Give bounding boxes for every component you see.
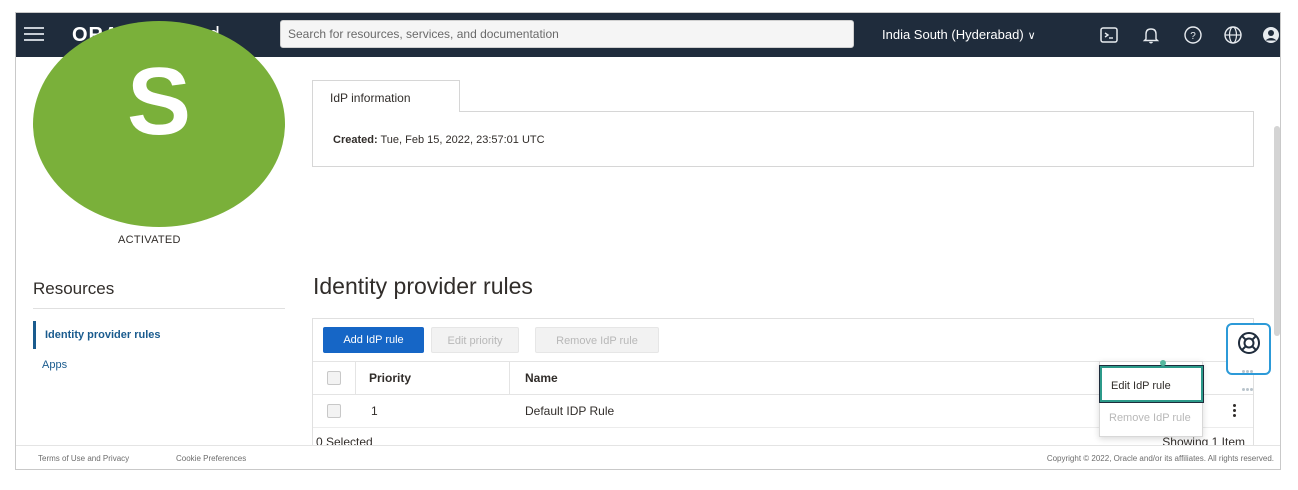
- chevron-down-icon: ∨: [1027, 30, 1036, 42]
- remove-idp-rule-button[interactable]: Remove IdP rule: [535, 327, 659, 353]
- drag-handle-icon[interactable]: [1242, 361, 1258, 391]
- sidebar-item-apps[interactable]: Apps: [42, 359, 67, 371]
- avatar-letter: S: [126, 48, 192, 155]
- cookie-preferences-link[interactable]: Cookie Preferences: [176, 454, 246, 463]
- created-label: Created:: [333, 134, 378, 146]
- resources-divider: [33, 308, 285, 309]
- status-badge: ACTIVATED: [118, 234, 181, 246]
- row-name: Default IDP Rule: [525, 404, 615, 418]
- add-idp-rule-button[interactable]: Add IdP rule: [323, 327, 424, 353]
- idp-info-panel: Created: Tue, Feb 15, 2022, 23:57:01 UTC: [312, 111, 1254, 167]
- region-label: India South (Hyderabad): [882, 27, 1024, 42]
- hamburger-menu-icon[interactable]: [24, 27, 44, 43]
- page-title: Identity provider rules: [313, 273, 533, 299]
- browser-frame: ORACLECloud India South (Hyderabad)∨ ? S…: [15, 12, 1281, 470]
- row-priority: 1: [371, 404, 378, 418]
- row-actions-menu-icon[interactable]: [1230, 404, 1238, 420]
- menu-item-remove-idp-rule[interactable]: Remove IdP rule: [1109, 412, 1191, 424]
- avatar: S: [33, 21, 285, 227]
- sidebar-item-identity-provider-rules[interactable]: Identity provider rules: [33, 321, 285, 349]
- highlight-marker: [1160, 360, 1166, 366]
- page-footer: Terms of Use and Privacy Cookie Preferen…: [16, 445, 1280, 469]
- row-actions-menu: Edit IdP rule Remove IdP rule: [1099, 361, 1204, 437]
- select-all-checkbox[interactable]: [327, 371, 341, 385]
- created-value: Tue, Feb 15, 2022, 23:57:01 UTC: [380, 134, 545, 146]
- tab-idp-information[interactable]: IdP information: [312, 80, 460, 112]
- region-selector[interactable]: India South (Hyderabad) ∨: [882, 27, 1036, 42]
- column-header-name[interactable]: Name: [525, 362, 558, 394]
- row-checkbox[interactable]: [327, 404, 341, 418]
- copyright-text: Copyright © 2022, Oracle and/or its affi…: [1046, 454, 1274, 463]
- svg-text:?: ?: [1190, 31, 1196, 42]
- column-divider: [355, 362, 356, 394]
- column-header-priority[interactable]: Priority: [369, 362, 411, 394]
- menu-item-edit-idp-rule[interactable]: Edit IdP rule: [1099, 365, 1204, 403]
- lifebuoy-icon: [1238, 332, 1260, 354]
- page-scrollbar[interactable]: [1274, 126, 1280, 336]
- column-divider: [509, 362, 510, 394]
- help-widget[interactable]: [1226, 323, 1271, 391]
- user-icon[interactable]: [1260, 24, 1280, 46]
- cloud-shell-icon[interactable]: [1098, 24, 1120, 46]
- bell-icon[interactable]: [1140, 24, 1162, 46]
- row-select-cell: [327, 395, 341, 427]
- select-all-cell: [327, 362, 341, 394]
- help-icon[interactable]: ?: [1182, 24, 1204, 46]
- edit-priority-button[interactable]: Edit priority: [431, 327, 519, 353]
- globe-icon[interactable]: [1222, 24, 1244, 46]
- search-input[interactable]: [280, 20, 854, 48]
- terms-link[interactable]: Terms of Use and Privacy: [38, 454, 129, 463]
- resources-title: Resources: [33, 279, 115, 298]
